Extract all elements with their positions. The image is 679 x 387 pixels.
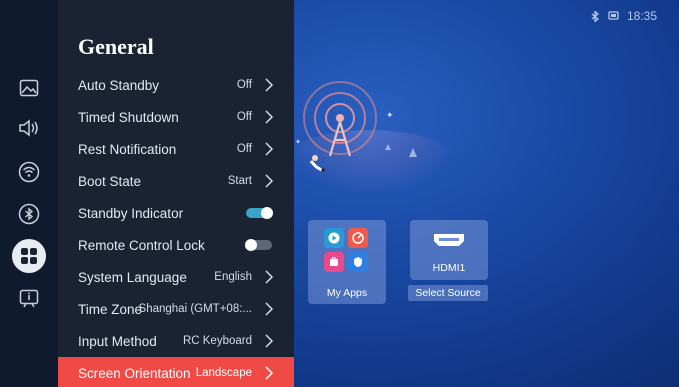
- bluetooth-icon: [18, 203, 40, 225]
- hdmi-icon: [434, 234, 464, 246]
- chevron-right-icon: [265, 334, 274, 348]
- sparkle-decoration: ✦: [295, 139, 301, 146]
- setting-boot-state[interactable]: Boot State Start: [58, 165, 294, 197]
- chevron-right-icon: [265, 270, 274, 284]
- setting-value: Shanghai (GMT+08:...: [138, 303, 252, 315]
- tree-decoration: [385, 144, 391, 150]
- screen-icon: [608, 11, 619, 20]
- toggle-knob: [261, 207, 273, 219]
- nav-item-sound[interactable]: [14, 113, 44, 143]
- setting-input-method[interactable]: Input Method RC Keyboard: [58, 325, 294, 357]
- hdmi1-label: HDMI1: [432, 262, 466, 274]
- panel-title: General: [78, 34, 154, 59]
- settings-nav-rail: [0, 0, 58, 387]
- nav-item-general[interactable]: [12, 239, 46, 273]
- setting-value: Off: [236, 111, 252, 123]
- wifi-icon: [18, 161, 40, 183]
- setting-label: Remote Control Lock: [78, 237, 205, 253]
- select-source-button[interactable]: Select Source: [408, 285, 488, 301]
- setting-label: Rest Notification: [78, 141, 177, 157]
- my-apps-tile[interactable]: My Apps: [308, 220, 386, 304]
- setting-label: Input Method: [78, 333, 157, 349]
- nav-item-bluetooth[interactable]: [14, 199, 44, 229]
- store-app-icon: [324, 252, 344, 272]
- my-apps-label: My Apps: [326, 287, 368, 299]
- setting-value: RC Keyboard: [182, 335, 252, 347]
- toggle-knob: [245, 239, 257, 251]
- setting-time-zone[interactable]: Time Zone Shanghai (GMT+08:...: [58, 293, 294, 325]
- standby-indicator-toggle[interactable]: [246, 207, 273, 219]
- remote-control-lock-toggle[interactable]: [245, 239, 272, 251]
- setting-label: Time Zone: [78, 301, 143, 317]
- nav-item-picture[interactable]: [14, 73, 44, 103]
- signal-tower-illustration: [303, 81, 377, 157]
- setting-label: Screen Orientation: [78, 365, 191, 381]
- security-app-icon: [348, 252, 368, 272]
- setting-value: Off: [236, 143, 252, 155]
- chevron-right-icon: [265, 78, 274, 92]
- media-player-app-icon: [324, 228, 344, 248]
- setting-label: System Language: [78, 269, 187, 285]
- setting-value: Start: [227, 175, 252, 187]
- status-bar: 18:35: [591, 9, 657, 23]
- nav-item-about[interactable]: [14, 284, 44, 314]
- hdmi1-tile[interactable]: HDMI1: [410, 220, 488, 280]
- setting-remote-control-lock[interactable]: Remote Control Lock: [58, 229, 294, 261]
- setting-system-language[interactable]: System Language English: [58, 261, 294, 293]
- setting-value: Landscape: [195, 367, 252, 379]
- setting-auto-standby[interactable]: Auto Standby Off: [58, 69, 294, 101]
- sound-icon: [19, 119, 38, 137]
- general-icon: [21, 248, 37, 264]
- setting-label: Standby Indicator: [78, 205, 184, 221]
- general-settings-panel: General Auto Standby Off Timed Shutdown …: [58, 0, 294, 387]
- setting-label: Timed Shutdown: [78, 109, 179, 125]
- home-screen: ✦ ✦ 18:35 My Apps HDMI1 Select Source Ge…: [0, 0, 679, 387]
- chevron-right-icon: [265, 366, 274, 380]
- chevron-right-icon: [265, 302, 274, 316]
- setting-standby-indicator[interactable]: Standby Indicator: [58, 197, 294, 229]
- picture-icon: [19, 79, 39, 97]
- setting-value: Off: [236, 79, 252, 91]
- sparkle-decoration: ✦: [386, 110, 394, 120]
- nav-item-network[interactable]: [14, 157, 44, 187]
- setting-screen-orientation[interactable]: Screen Orientation Landscape: [58, 357, 294, 387]
- clock: 18:35: [626, 9, 657, 23]
- about-icon: [19, 289, 39, 308]
- setting-label: Boot State: [78, 173, 142, 189]
- tree-decoration: [409, 148, 417, 157]
- setting-rest-notification[interactable]: Rest Notification Off: [58, 133, 294, 165]
- chevron-right-icon: [265, 110, 274, 124]
- bluetooth-icon: [591, 10, 599, 22]
- setting-label: Auto Standby: [78, 77, 160, 93]
- chevron-right-icon: [265, 174, 274, 188]
- setting-value: English: [214, 271, 252, 283]
- person-illustration: [309, 155, 325, 172]
- setting-timed-shutdown[interactable]: Timed Shutdown Off: [58, 101, 294, 133]
- chevron-right-icon: [265, 142, 274, 156]
- browser-app-icon: [348, 228, 368, 248]
